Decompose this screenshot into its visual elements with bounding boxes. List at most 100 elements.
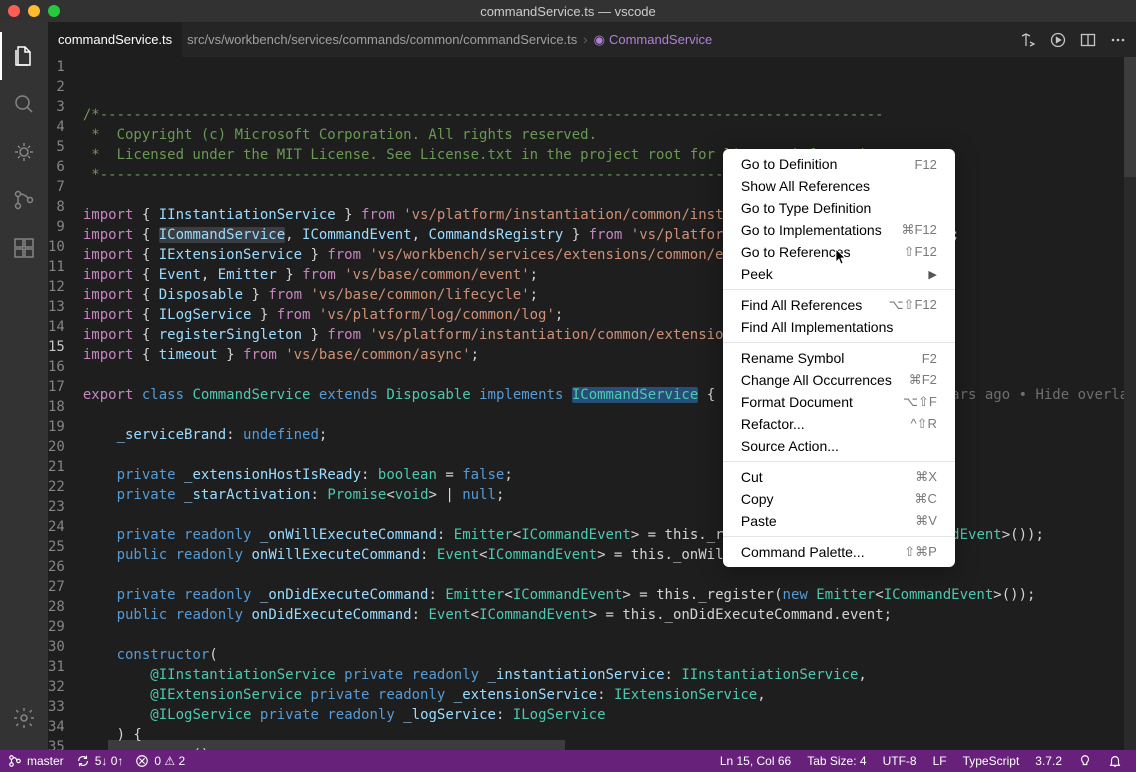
code-line[interactable]: import { timeout } from 'vs/base/common/… — [83, 345, 1136, 365]
line-number: 34 — [48, 717, 65, 737]
code-line[interactable]: constructor( — [83, 645, 1136, 665]
explorer-icon[interactable] — [0, 32, 48, 80]
code-line[interactable]: private readonly _onWillExecuteCommand: … — [83, 525, 1136, 545]
code-area[interactable]: /*--------------------------------------… — [83, 57, 1136, 750]
line-number: 10 — [48, 237, 65, 257]
status-ts-version[interactable]: 3.7.2 — [1035, 754, 1062, 768]
code-line[interactable]: * Licensed under the MIT License. See Li… — [83, 145, 1136, 165]
menu-item[interactable]: Go to References⇧F12 — [723, 241, 955, 263]
menu-item[interactable]: Format Document⌥⇧F — [723, 391, 955, 413]
menu-item[interactable]: Command Palette...⇧⌘P — [723, 541, 955, 563]
titlebar[interactable]: commandService.ts — vscode — [0, 0, 1136, 22]
status-bar: master 5↓ 0↑ 0 ⚠ 2 Ln 15, Col 66 Tab Siz… — [0, 750, 1136, 772]
menu-item[interactable]: Go to Implementations ⌘F12 — [723, 219, 955, 241]
menu-item[interactable]: Go to Type Definition — [723, 197, 955, 219]
menu-item-shortcut: ⌘F12 — [901, 222, 936, 238]
line-number: 3 — [48, 97, 65, 117]
more-icon[interactable] — [1110, 32, 1126, 48]
status-eol[interactable]: LF — [933, 754, 947, 768]
tab-command-service[interactable]: commandService.ts — [48, 22, 183, 57]
menu-item-label: Peek — [741, 266, 773, 282]
code-line[interactable]: import { IExtensionService } from 'vs/wo… — [83, 245, 1136, 265]
code-line[interactable] — [83, 505, 1136, 525]
menu-item-label: Command Palette... — [741, 544, 865, 560]
code-line[interactable]: import { ILogService } from 'vs/platform… — [83, 305, 1136, 325]
menu-item[interactable]: Change All Occurrences⌘F2 — [723, 369, 955, 391]
horizontal-scrollbar[interactable] — [108, 740, 1124, 750]
menu-item[interactable]: Find All References⌥⇧F12 — [723, 294, 955, 316]
sync-count: 5↓ 0↑ — [95, 754, 124, 768]
code-line[interactable]: public readonly onWillExecuteCommand: Ev… — [83, 545, 1136, 565]
line-number: 18 — [48, 397, 65, 417]
status-bell-icon[interactable] — [1108, 754, 1122, 768]
minimap-thumb[interactable] — [1124, 57, 1136, 177]
code-line[interactable]: private _starActivation: Promise<void> |… — [83, 485, 1136, 505]
settings-gear-icon[interactable] — [0, 694, 48, 742]
menu-item-shortcut: ⇧F12 — [904, 244, 937, 260]
code-line[interactable]: import { registerSingleton } from 'vs/pl… — [83, 325, 1136, 345]
code-line[interactable]: @IInstantiationService private readonly … — [83, 665, 1136, 685]
status-cursor-position[interactable]: Ln 15, Col 66 — [720, 754, 791, 768]
minimize-window-button[interactable] — [28, 5, 40, 17]
search-icon[interactable] — [0, 80, 48, 128]
line-number: 32 — [48, 677, 65, 697]
code-line[interactable]: *---------------------------------------… — [83, 165, 1136, 185]
code-line[interactable]: * Copyright (c) Microsoft Corporation. A… — [83, 125, 1136, 145]
status-sync[interactable]: 5↓ 0↑ — [76, 754, 124, 768]
zoom-window-button[interactable] — [48, 5, 60, 17]
menu-item[interactable]: Source Action... — [723, 435, 955, 457]
line-number: 17 — [48, 377, 65, 397]
minimap[interactable] — [1124, 57, 1136, 750]
status-branch[interactable]: master — [8, 754, 64, 768]
menu-item[interactable]: Refactor...^⇧R — [723, 413, 955, 435]
menu-item[interactable]: Find All Implementations — [723, 316, 955, 338]
code-line[interactable] — [83, 185, 1136, 205]
extensions-icon[interactable] — [0, 224, 48, 272]
line-number: 26 — [48, 557, 65, 577]
menu-item[interactable]: Paste⌘V — [723, 510, 955, 532]
menu-item[interactable]: Cut⌘X — [723, 466, 955, 488]
debug-icon[interactable] — [0, 128, 48, 176]
code-line[interactable]: private _extensionHostIsReady: boolean =… — [83, 465, 1136, 485]
code-line[interactable]: import { Disposable } from 'vs/base/comm… — [83, 285, 1136, 305]
code-line[interactable]: import { Event, Emitter } from 'vs/base/… — [83, 265, 1136, 285]
source-control-icon[interactable] — [0, 176, 48, 224]
editor-actions — [1010, 32, 1136, 48]
close-window-button[interactable] — [8, 5, 20, 17]
code-line[interactable]: import { ICommandService, ICommandEvent,… — [83, 225, 1136, 245]
window-controls — [8, 5, 60, 17]
line-number: 31 — [48, 657, 65, 677]
code-line[interactable]: import { IInstantiationService } from 'v… — [83, 205, 1136, 225]
code-line[interactable] — [83, 625, 1136, 645]
compare-icon[interactable] — [1020, 32, 1036, 48]
code-line[interactable]: @IExtensionService private readonly _ext… — [83, 685, 1136, 705]
split-editor-icon[interactable] — [1080, 32, 1096, 48]
code-line[interactable]: public readonly onDidExecuteCommand: Eve… — [83, 605, 1136, 625]
status-feedback-icon[interactable] — [1078, 754, 1092, 768]
horizontal-scrollbar-thumb[interactable] — [108, 740, 565, 750]
menu-item[interactable]: Go to DefinitionF12 — [723, 153, 955, 175]
menu-item[interactable]: Copy⌘C — [723, 488, 955, 510]
menu-item-label: Go to Implementations — [741, 222, 882, 238]
menu-item-shortcut: ^⇧R — [910, 416, 936, 432]
breadcrumbs[interactable]: src/vs/workbench/services/commands/commo… — [183, 32, 1010, 48]
editor[interactable]: 1234567891011121314151617181920212223242… — [48, 57, 1136, 750]
menu-item[interactable]: Show All References — [723, 175, 955, 197]
line-number: 25 — [48, 537, 65, 557]
code-line[interactable]: /*--------------------------------------… — [83, 105, 1136, 125]
code-line[interactable] — [83, 445, 1136, 465]
status-encoding[interactable]: UTF-8 — [883, 754, 917, 768]
play-icon[interactable] — [1050, 32, 1066, 48]
code-line[interactable] — [83, 365, 1136, 385]
menu-item[interactable]: Peek▶ — [723, 263, 955, 285]
status-language[interactable]: TypeScript — [963, 754, 1020, 768]
code-line[interactable]: @ILogService private readonly _logServic… — [83, 705, 1136, 725]
status-problems[interactable]: 0 ⚠ 2 — [135, 754, 185, 768]
status-tab-size[interactable]: Tab Size: 4 — [807, 754, 866, 768]
menu-item[interactable]: Rename SymbolF2 — [723, 347, 955, 369]
code-line[interactable] — [83, 405, 1136, 425]
code-line[interactable]: export class CommandService extends Disp… — [83, 385, 1136, 405]
code-line[interactable]: private readonly _onDidExecuteCommand: E… — [83, 585, 1136, 605]
code-line[interactable]: _serviceBrand: undefined; — [83, 425, 1136, 445]
code-line[interactable] — [83, 565, 1136, 585]
